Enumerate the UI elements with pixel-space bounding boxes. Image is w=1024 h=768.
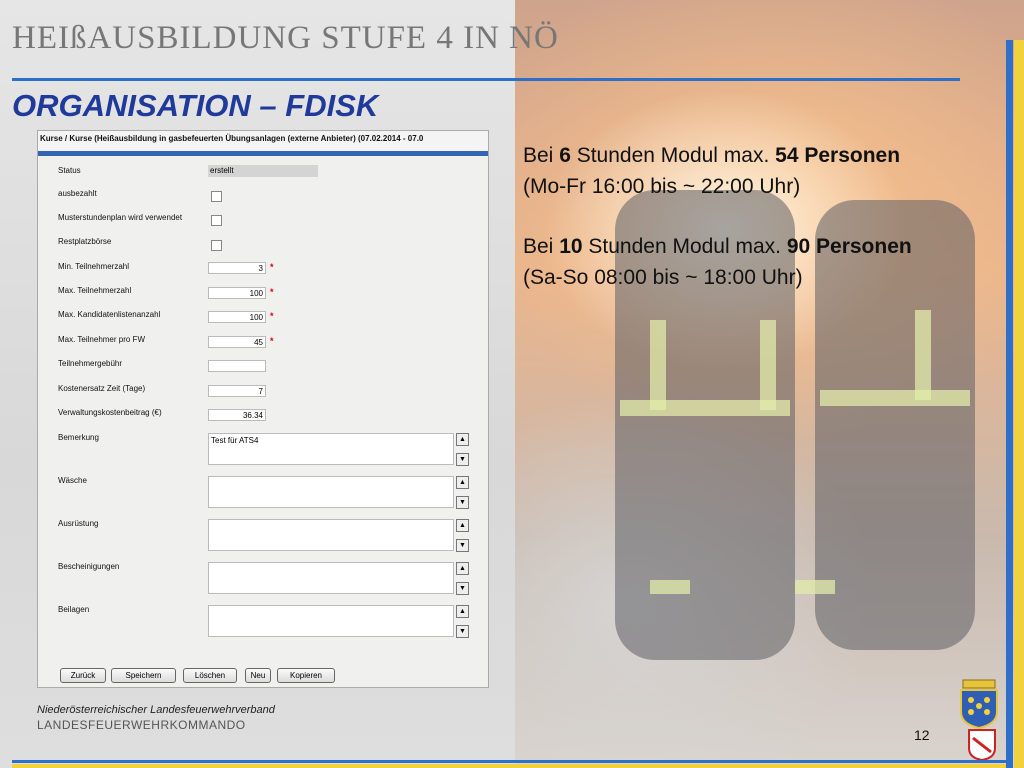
info-line-weekend-time: (Sa-So 08:00 bis ~ 18:00 Uhr) <box>523 266 803 289</box>
template-checkbox[interactable] <box>211 215 222 226</box>
min-participants-input[interactable]: 3 <box>208 262 266 274</box>
remaining-places-checkbox[interactable] <box>211 240 222 251</box>
info-line-10h: Bei 10 Stunden Modul max. 90 Personen <box>523 235 912 258</box>
scroll-down-icon[interactable]: ▼ <box>456 453 469 466</box>
title-underline <box>12 78 960 81</box>
max-per-fw-input[interactable]: 45 <box>208 336 266 348</box>
copy-button[interactable]: Kopieren <box>277 668 335 683</box>
field-label-min-participants: Min. Teilnehmerzahl <box>58 262 129 271</box>
field-label-remark: Bemerkung <box>58 433 99 442</box>
required-marker: * <box>270 311 274 321</box>
back-button[interactable]: Zurück <box>60 668 106 683</box>
save-button[interactable]: Speichern <box>111 668 176 683</box>
scroll-up-icon[interactable]: ▲ <box>456 562 469 575</box>
field-label-template: Musterstundenplan wird verwendet <box>58 213 183 222</box>
new-button[interactable]: Neu <box>245 668 271 683</box>
right-blue-bar <box>1006 40 1013 768</box>
module-info: Bei 6 Stunden Modul max. 54 Personen (Mo… <box>523 140 912 293</box>
required-marker: * <box>270 336 274 346</box>
field-label-laundry: Wäsche <box>58 476 87 485</box>
laundry-scrollbar[interactable]: ▲ ▼ <box>456 476 469 509</box>
scroll-down-icon[interactable]: ▼ <box>456 496 469 509</box>
equipment-textarea[interactable] <box>208 519 454 551</box>
field-label-certificates: Bescheinigungen <box>58 562 120 571</box>
field-label-max-per-fw: Max. Teilnehmer pro FW <box>58 335 145 344</box>
field-label-paid: ausbezahlt <box>58 189 97 198</box>
info-line-weekday-time: (Mo-Fr 16:00 bis ~ 22:00 Uhr) <box>523 175 801 198</box>
form-header: Kurse / Kurse (Heißausbildung in gasbefe… <box>38 131 488 151</box>
remark-textarea[interactable]: Test für ATS4 <box>208 433 454 465</box>
background-fire-photo <box>515 0 1024 768</box>
bottom-blue-bar <box>12 760 1006 763</box>
attachments-textarea[interactable] <box>208 605 454 637</box>
right-yellow-bar <box>1014 40 1024 768</box>
scroll-up-icon[interactable]: ▲ <box>456 605 469 618</box>
footer-command: LANDESFEUERWEHRKOMMANDO <box>37 718 246 732</box>
certificates-textarea[interactable] <box>208 562 454 594</box>
slide-subtitle: ORGANISATION – FDISK <box>12 88 379 123</box>
field-label-cost-days: Kostenersatz Zeit (Tage) <box>58 384 146 393</box>
admin-fee-input[interactable]: 36.34 <box>208 409 266 421</box>
scroll-up-icon[interactable]: ▲ <box>456 519 469 532</box>
fdisk-course-form: Kurse / Kurse (Heißausbildung in gasbefe… <box>37 130 489 688</box>
field-label-fee: Teilnehmergebühr <box>58 359 123 368</box>
form-body: Status erstellt ausbezahlt Musterstunden… <box>38 156 488 687</box>
remark-scrollbar[interactable]: ▲ ▼ <box>456 433 469 466</box>
laundry-textarea[interactable] <box>208 476 454 508</box>
coat-of-arms-logo <box>960 679 998 760</box>
field-label-max-candidates: Max. Kandidatenlistenanzahl <box>58 310 161 319</box>
status-value: erstellt <box>208 165 318 177</box>
delete-button[interactable]: Löschen <box>183 668 237 683</box>
required-marker: * <box>270 262 274 272</box>
equipment-scrollbar[interactable]: ▲ ▼ <box>456 519 469 552</box>
scroll-down-icon[interactable]: ▼ <box>456 539 469 552</box>
scroll-down-icon[interactable]: ▼ <box>456 582 469 595</box>
max-participants-input[interactable]: 100 <box>208 287 266 299</box>
field-label-max-participants: Max. Teilnehmerzahl <box>58 286 132 295</box>
field-label-equipment: Ausrüstung <box>58 519 99 528</box>
scroll-down-icon[interactable]: ▼ <box>456 625 469 638</box>
page-number: 12 <box>914 727 930 743</box>
scroll-up-icon[interactable]: ▲ <box>456 476 469 489</box>
required-marker: * <box>270 287 274 297</box>
attachments-scrollbar[interactable]: ▲ ▼ <box>456 605 469 638</box>
slide-title: HEIßAUSBILDUNG STUFE 4 IN NÖ <box>12 20 559 56</box>
field-label-status: Status <box>58 166 81 175</box>
field-label-attachments: Beilagen <box>58 605 90 614</box>
info-line-6h: Bei 6 Stunden Modul max. 54 Personen <box>523 144 901 167</box>
certificates-scrollbar[interactable]: ▲ ▼ <box>456 562 469 595</box>
bottom-yellow-bar <box>12 764 1006 768</box>
field-label-admin-fee: Verwaltungskostenbeitrag (€) <box>58 408 162 417</box>
max-candidates-input[interactable]: 100 <box>208 311 266 323</box>
cost-days-input[interactable]: 7 <box>208 385 266 397</box>
paid-checkbox[interactable] <box>211 191 222 202</box>
footer-organization: Niederösterreichischer Landesfeuerwehrve… <box>37 704 275 716</box>
fee-input[interactable] <box>208 360 266 372</box>
scroll-up-icon[interactable]: ▲ <box>456 433 469 446</box>
field-label-remaining-places: Restplatzbörse <box>58 237 112 246</box>
